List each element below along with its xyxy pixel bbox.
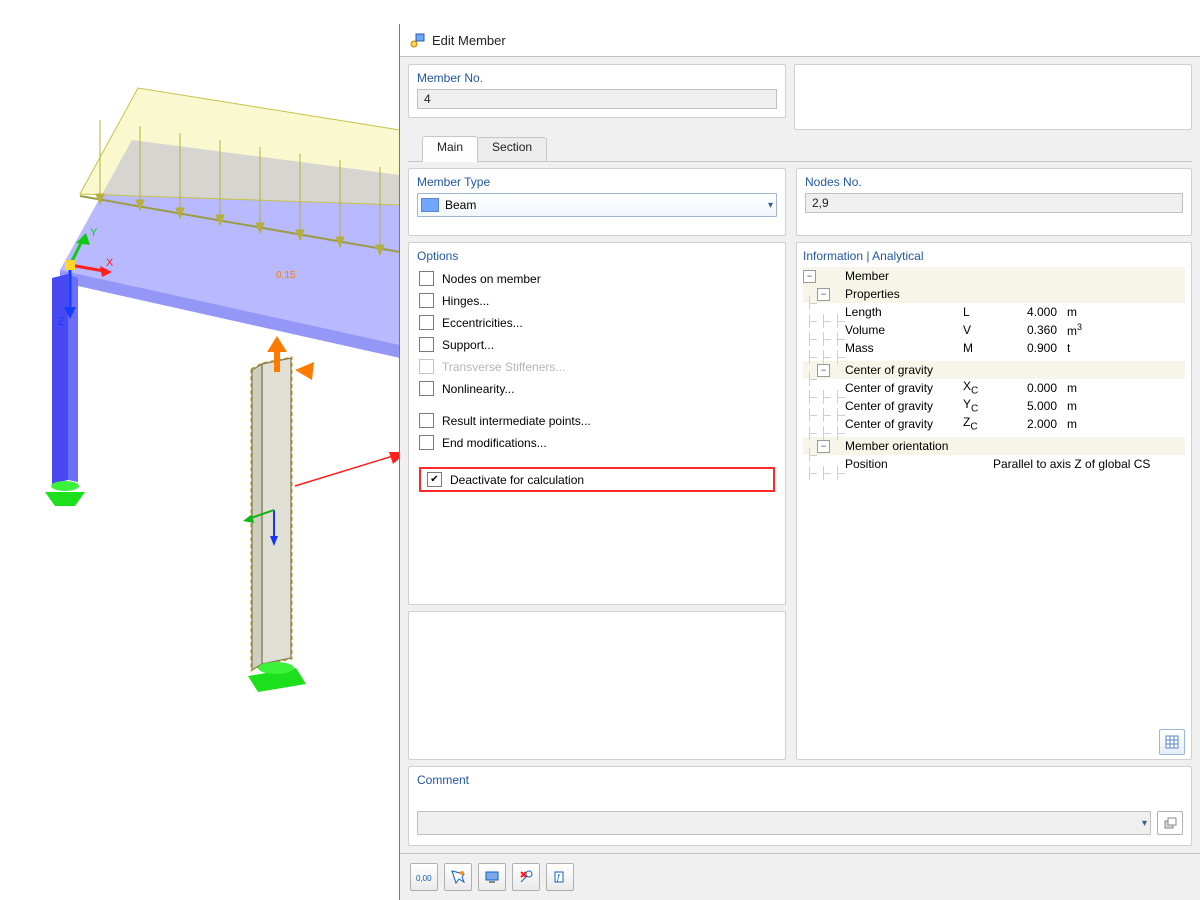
member-type-label: Member Type	[417, 175, 777, 189]
opt-result-points[interactable]: Result intermediate points...	[419, 413, 775, 428]
svg-text:0.15: 0.15	[276, 270, 296, 281]
comment-viewer-button[interactable]	[1157, 811, 1183, 835]
info-panel: Information | Analytical −Member −Proper…	[796, 242, 1192, 760]
svg-text:0,00: 0,00	[416, 874, 432, 883]
chevron-down-icon: ▾	[1142, 818, 1147, 829]
model-3d-view[interactable]: 0.15 X Y Z	[0, 0, 400, 900]
comment-panel: Comment ▾	[408, 766, 1192, 846]
opt-nonlinearity[interactable]: Nonlinearity...	[419, 381, 775, 396]
member-type-value: Beam	[445, 198, 768, 212]
tool-script[interactable]: ƒ	[546, 863, 574, 891]
options-panel: Options Nodes on member Hinges... Eccent…	[408, 242, 786, 605]
dialog-titlebar[interactable]: Edit Member	[400, 24, 1200, 57]
toggle-cog[interactable]: −	[817, 364, 830, 377]
toggle-member[interactable]: −	[803, 270, 816, 283]
member-type-panel: Member Type Beam ▾	[408, 168, 786, 236]
nodes-no-label: Nodes No.	[805, 175, 1183, 189]
opt-transverse: Transverse Stiffeners...	[419, 359, 775, 374]
stack-icon	[1163, 816, 1177, 830]
opt-support[interactable]: Support...	[419, 337, 775, 352]
opt-hinges[interactable]: Hinges...	[419, 293, 775, 308]
toggle-properties[interactable]: −	[817, 288, 830, 301]
monitor-icon	[484, 869, 500, 885]
member-no-input[interactable]	[417, 89, 777, 109]
member-type-swatch	[421, 198, 439, 212]
tool-units[interactable]: 0,00	[410, 863, 438, 891]
info-tree[interactable]: −Member −Properties LengthL4.000m Volume…	[803, 267, 1185, 473]
tool-pick[interactable]	[444, 863, 472, 891]
script-icon: ƒ	[552, 869, 568, 885]
dialog-footer: 0,00 ƒ	[400, 853, 1200, 900]
toggle-orientation[interactable]: −	[817, 440, 830, 453]
grid-icon	[1165, 735, 1179, 749]
svg-text:Z: Z	[58, 316, 65, 328]
info-label: Information | Analytical	[803, 249, 1185, 263]
dialog-title: Edit Member	[432, 33, 506, 48]
tab-main[interactable]: Main	[422, 136, 478, 162]
svg-text:ƒ: ƒ	[556, 873, 561, 882]
preview-panel	[408, 611, 786, 760]
decimals-icon: 0,00	[416, 870, 432, 884]
opt-deactivate-highlight: Deactivate for calculation	[419, 467, 775, 492]
tool-view[interactable]	[478, 863, 506, 891]
member-type-select[interactable]: Beam ▾	[417, 193, 777, 217]
info-grid-button[interactable]	[1159, 729, 1185, 755]
tab-section[interactable]: Section	[477, 137, 547, 161]
member-no-panel: Member No.	[408, 64, 786, 118]
tabs: Main Section	[408, 138, 1192, 162]
svg-text:X: X	[106, 257, 114, 269]
opt-end-modifications[interactable]: End modifications...	[419, 435, 775, 450]
comment-input[interactable]: ▾	[417, 811, 1151, 835]
svg-text:Y: Y	[90, 227, 98, 239]
tool-delete[interactable]	[512, 863, 540, 891]
chevron-down-icon: ▾	[768, 200, 773, 211]
edit-member-dialog: Edit Member Member No. Main Section Memb…	[399, 24, 1200, 900]
opt-deactivate[interactable]: Deactivate for calculation	[427, 472, 584, 487]
member-icon	[410, 32, 426, 48]
options-label: Options	[417, 249, 777, 263]
nodes-no-input[interactable]	[805, 193, 1183, 213]
aux-panel	[794, 64, 1192, 130]
pick-icon	[450, 869, 466, 885]
member-no-label: Member No.	[417, 71, 777, 85]
opt-nodes-on-member[interactable]: Nodes on member	[419, 271, 775, 286]
comment-label: Comment	[417, 773, 1183, 787]
delete-node-icon	[518, 869, 534, 885]
nodes-no-panel: Nodes No.	[796, 168, 1192, 236]
opt-eccentricities[interactable]: Eccentricities...	[419, 315, 775, 330]
